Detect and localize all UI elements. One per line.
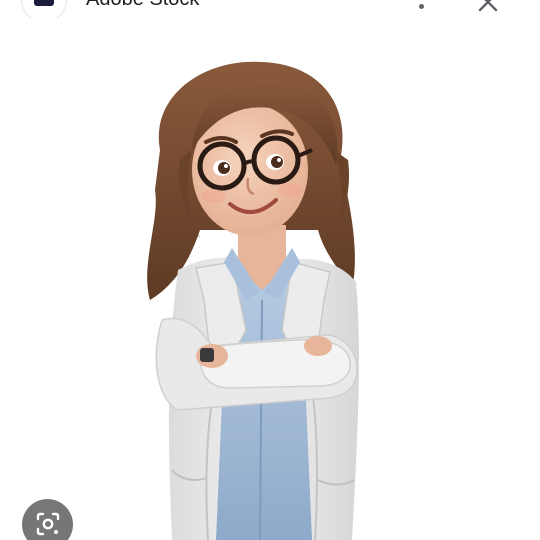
image-viewer: Adobe Stock [0, 0, 540, 540]
favicon-logo [34, 0, 54, 6]
more-vert-icon[interactable] [410, 0, 434, 14]
source-header: Adobe Stock [0, 0, 540, 18]
main-image[interactable] [0, 18, 540, 540]
close-icon[interactable] [474, 0, 502, 16]
cartoon-doctor-illustration [147, 61, 359, 540]
source-site-name[interactable]: Adobe Stock [86, 0, 199, 10]
adobe-stock-logo-icon[interactable] [22, 0, 66, 18]
